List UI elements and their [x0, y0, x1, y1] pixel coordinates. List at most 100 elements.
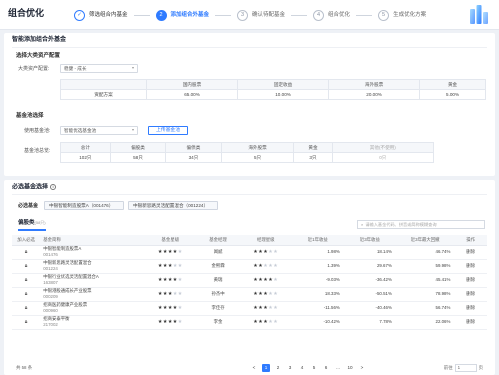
page-button[interactable]: 2 — [274, 364, 282, 372]
lock-cell[interactable]: 🔒︎ — [12, 259, 41, 274]
step-number: 4 — [313, 10, 325, 21]
fund-name-cell: 中银新思路灵活配置混合 001224 — [40, 259, 145, 274]
table-footer: 共 58 条 <1 2 3 4 5 6... 10 > 前往 1 页 — [12, 364, 487, 373]
step-number: 5 — [378, 10, 390, 21]
max-drawdown-3y: 59.98% — [395, 259, 455, 274]
return-3y: 18.14% — [343, 245, 396, 260]
step-2[interactable]: 2 添加组合外基金 — [155, 9, 238, 22]
table-header — [60, 79, 147, 90]
star-rating-icon: ★★★★★ — [157, 319, 183, 325]
table-header: 海外股票 — [328, 79, 421, 90]
divider — [12, 194, 487, 195]
delete-link[interactable]: 删除 — [454, 259, 487, 274]
return-3y: -50.51% — [343, 287, 396, 302]
star-rating-icon: ★★★★★ — [157, 305, 183, 311]
page-button[interactable]: 3 — [286, 364, 294, 372]
delete-link[interactable]: 删除 — [454, 301, 487, 316]
return-3y: -40.46% — [343, 301, 396, 316]
divider — [12, 47, 487, 48]
fund-stars: ★★★★★ — [144, 259, 197, 274]
manager-cell: 孙杰中 — [196, 287, 240, 302]
column-header: 操作 — [454, 235, 487, 246]
table-row: 🔒︎ 中银港股通成长产业股票 000209 ★★★★★ 孙杰中 ★★★★★ 18.33% -5… — [12, 287, 487, 302]
goto-suffix: 页 — [478, 365, 483, 371]
max-drawdown-3y: 56.74% — [395, 301, 455, 316]
table-cell: 20.00% — [328, 89, 421, 100]
step-4[interactable]: 4 组合优化 — [313, 9, 378, 22]
top-bar: 组合优化 ✓ 筛选组合内基金 2 添加组合外基金 3 确认待配基金 4 组合优化… — [0, 0, 499, 30]
step-number: 3 — [237, 10, 249, 21]
table-cell: 5只 — [220, 152, 295, 163]
return-3y: 7.78% — [343, 315, 396, 330]
step-label: 组合优化 — [328, 12, 351, 19]
pool-section-title: 基金池选择 — [16, 113, 44, 119]
lock-icon[interactable]: 🔒︎ — [25, 305, 28, 311]
fund-pool-select[interactable]: 智能优选基金池 ▾ — [60, 126, 138, 135]
page-button[interactable]: 6 — [322, 364, 330, 372]
step-connector — [291, 15, 308, 16]
fund-search-input[interactable]: ⌕ 请输入基金代码、拼音或简称模糊查询 — [357, 220, 485, 229]
step-check-icon: ✓ — [74, 10, 85, 21]
step-label: 添加组合外基金 — [170, 12, 210, 19]
required-fund-chip[interactable]: 中银智能制造股票A（001476） — [44, 201, 124, 210]
page-button[interactable]: 4 — [298, 364, 306, 372]
step-5[interactable]: 5 生成优化方案 — [378, 9, 432, 22]
star-rating-icon: ★★★★★ — [253, 291, 279, 297]
table-header: 其他(不使用) — [331, 142, 435, 153]
column-header: 基金简称 — [40, 235, 145, 246]
step-1[interactable]: ✓ 筛选组合内基金 — [74, 9, 156, 22]
step-connector — [356, 15, 373, 16]
page-button[interactable]: ... — [334, 364, 342, 372]
star-rating-icon: ★★★★★ — [253, 305, 279, 311]
table-cell: 34只 — [165, 152, 222, 163]
search-placeholder: 请输入基金代码、拼音或简称模糊查询 — [365, 221, 437, 227]
table-cell: 5.00% — [419, 89, 486, 100]
page-jump: 前往 1 页 — [444, 364, 483, 372]
prev-page-icon[interactable]: < — [250, 364, 258, 372]
page-button[interactable]: 10 — [346, 364, 354, 372]
lock-cell[interactable]: 🔒︎ — [12, 273, 41, 288]
asset-allocation-select[interactable]: 稳健 - 成长 ▾ — [60, 64, 138, 73]
return-1y: -9.03% — [291, 273, 344, 288]
lock-cell[interactable]: 🔒︎ — [12, 245, 41, 260]
upload-pool-button[interactable]: 上传基金池 — [148, 126, 188, 135]
lock-icon[interactable]: 🔒︎ — [25, 263, 28, 269]
page-jump-input[interactable]: 1 — [454, 364, 477, 372]
step-label: 确认待配基金 — [252, 12, 286, 19]
lock-cell[interactable]: 🔒︎ — [12, 301, 41, 316]
lock-cell[interactable]: 🔒︎ — [12, 287, 41, 302]
lock-icon[interactable]: 🔒︎ — [25, 277, 28, 283]
fund-name-cell: 中银港股通成长产业股票 000209 — [40, 287, 145, 302]
delete-link[interactable]: 删除 — [454, 315, 487, 330]
manager-cell: 金熙霖 — [196, 259, 240, 274]
tab-label: 偏股类 — [18, 220, 35, 226]
next-page-icon[interactable]: > — [358, 364, 366, 372]
step-number: 2 — [155, 10, 167, 21]
fund-stars: ★★★★★ — [144, 301, 197, 316]
step-label: 生成优化方案 — [393, 12, 427, 19]
lock-cell[interactable]: 🔒︎ — [12, 315, 41, 330]
delete-link[interactable]: 删除 — [454, 273, 487, 288]
fund-name-cell: 中银智能制造股票A 001476 — [40, 245, 145, 260]
fund-code: 163807 — [43, 280, 58, 285]
column-header: 经理星级 — [239, 235, 292, 246]
lock-icon[interactable]: 🔒︎ — [25, 291, 28, 297]
info-icon[interactable]: i — [50, 184, 57, 190]
lock-icon[interactable]: 🔒︎ — [25, 249, 28, 255]
return-3y: 29.67% — [343, 259, 396, 274]
manager-stars: ★★★★★ — [239, 259, 292, 274]
return-1y: 1.39% — [291, 259, 344, 274]
table-cell: 65.00% — [145, 89, 239, 100]
table-header: 固定收益 — [237, 79, 330, 90]
tab-equity[interactable]: 偏股类(58只) — [18, 220, 46, 227]
section-title: 智能添加组合外基金 — [12, 37, 67, 43]
required-fund-chip[interactable]: 中银新思路灵活配置混合（001224） — [128, 201, 218, 210]
page-button[interactable]: 1 — [262, 364, 270, 372]
step-3[interactable]: 3 确认待配基金 — [237, 9, 313, 22]
delete-link[interactable]: 删除 — [454, 287, 487, 302]
max-drawdown-3y: 78.98% — [395, 287, 455, 302]
delete-link[interactable]: 删除 — [454, 245, 487, 260]
lock-icon[interactable]: 🔒︎ — [25, 319, 28, 325]
star-rating-icon: ★★★★★ — [253, 263, 279, 269]
page-button[interactable]: 5 — [310, 364, 318, 372]
